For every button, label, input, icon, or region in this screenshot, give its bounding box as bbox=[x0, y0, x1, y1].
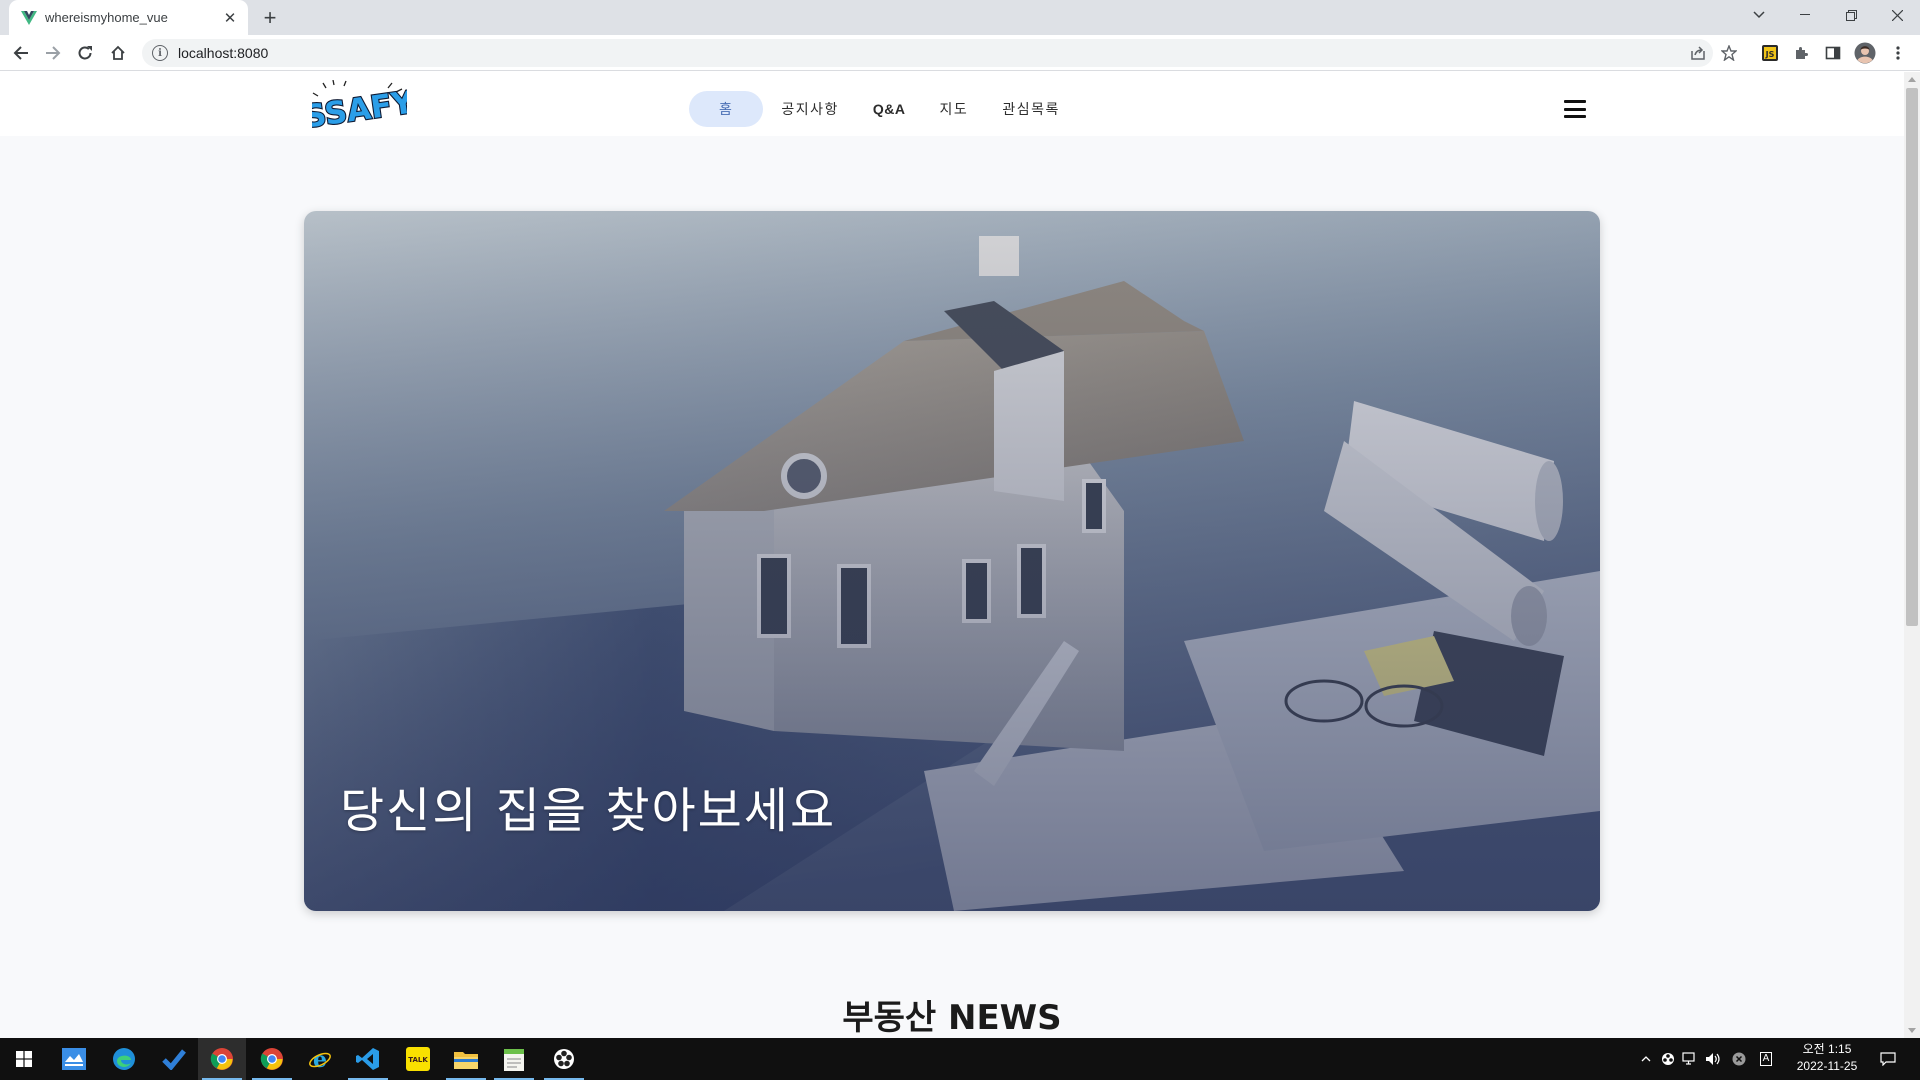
url-text: localhost:8080 bbox=[178, 45, 269, 61]
reload-button[interactable] bbox=[72, 40, 98, 66]
forward-button[interactable] bbox=[40, 40, 66, 66]
page-viewport: SSAFY 홈 공지사항 Q&A 지도 관심목록 당신의 집을 찾아보세요 부동… bbox=[0, 72, 1904, 1038]
tab-close-icon[interactable]: ✕ bbox=[222, 10, 238, 27]
taskbar-clock[interactable]: 오전 1:15 2022-11-25 bbox=[1782, 1041, 1872, 1075]
hero-caption: 당신의 집을 찾아보세요 bbox=[340, 783, 837, 839]
show-hidden-icons-icon[interactable] bbox=[1638, 1038, 1654, 1080]
scroll-down-arrow-icon[interactable] bbox=[1908, 1028, 1916, 1033]
chrome-menu-icon[interactable] bbox=[1887, 42, 1909, 64]
share-icon[interactable] bbox=[1687, 42, 1709, 64]
hamburger-menu-icon[interactable] bbox=[1564, 100, 1586, 118]
nav-notice[interactable]: 공지사항 bbox=[765, 91, 855, 127]
chrome-app-icon-2[interactable] bbox=[248, 1038, 296, 1080]
media-player-icon[interactable] bbox=[540, 1038, 588, 1080]
browser-tabstrip: whereismyhome_vue ✕ + bbox=[0, 0, 1920, 35]
clock-date: 2022-11-25 bbox=[1796, 1059, 1858, 1073]
outlook-icon[interactable] bbox=[50, 1038, 98, 1080]
extensions-puzzle-icon[interactable] bbox=[1790, 42, 1812, 64]
kakaotalk-icon[interactable]: TALK bbox=[394, 1038, 442, 1080]
site-header: SSAFY 홈 공지사항 Q&A 지도 관심목록 bbox=[0, 72, 1904, 137]
news-section-title: 부동산 NEWS bbox=[842, 998, 1062, 1038]
action-center-icon[interactable] bbox=[1876, 1038, 1900, 1080]
tab-title: whereismyhome_vue bbox=[45, 10, 168, 25]
nav-qna[interactable]: Q&A bbox=[857, 91, 922, 127]
nav-favorites[interactable]: 관심목록 bbox=[986, 91, 1076, 127]
scroll-up-arrow-icon[interactable] bbox=[1908, 77, 1916, 82]
home-button[interactable] bbox=[105, 40, 131, 66]
address-bar[interactable]: i localhost:8080 bbox=[142, 39, 1713, 67]
main-nav: 홈 공지사항 Q&A 지도 관심목록 bbox=[689, 91, 1076, 127]
edge-icon[interactable] bbox=[100, 1038, 148, 1080]
todo-check-icon[interactable] bbox=[150, 1038, 198, 1080]
chrome-app-icon[interactable] bbox=[198, 1038, 246, 1080]
close-window-button[interactable] bbox=[1874, 0, 1920, 30]
bookmark-star-icon[interactable] bbox=[1718, 42, 1740, 64]
notepad-icon[interactable] bbox=[490, 1038, 538, 1080]
svg-text:SSAFY: SSAFY bbox=[312, 84, 407, 132]
minimize-button[interactable] bbox=[1782, 0, 1828, 30]
file-explorer-icon[interactable] bbox=[442, 1038, 490, 1080]
network-icon[interactable] bbox=[1680, 1038, 1700, 1080]
hero-banner: 당신의 집을 찾아보세요 bbox=[304, 211, 1600, 911]
side-panel-icon[interactable] bbox=[1822, 42, 1844, 64]
back-button[interactable] bbox=[8, 40, 34, 66]
status-x-icon[interactable] bbox=[1729, 1038, 1749, 1080]
restore-button[interactable] bbox=[1828, 0, 1874, 30]
ime-indicator[interactable]: A bbox=[1756, 1038, 1776, 1080]
browser-tab[interactable]: whereismyhome_vue ✕ bbox=[9, 0, 248, 35]
page-scrollbar[interactable] bbox=[1904, 72, 1920, 1038]
windows-start-icon[interactable] bbox=[0, 1038, 48, 1080]
js-extension-icon[interactable]: JS bbox=[1759, 42, 1781, 64]
windows-taskbar: e TALK A 오전 1:15 2022-11-25 bbox=[0, 1038, 1920, 1080]
browser-toolbar: i localhost:8080 JS bbox=[0, 35, 1920, 71]
ssafy-logo[interactable]: SSAFY bbox=[300, 79, 418, 137]
tray-app-icon[interactable] bbox=[1658, 1038, 1678, 1080]
tab-search-icon[interactable] bbox=[1736, 0, 1782, 30]
svg-text:TALK: TALK bbox=[408, 1056, 428, 1064]
internet-explorer-icon[interactable]: e bbox=[296, 1038, 344, 1080]
vscode-icon[interactable] bbox=[344, 1038, 392, 1080]
svg-text:JS: JS bbox=[1765, 50, 1775, 59]
scroll-thumb[interactable] bbox=[1906, 88, 1918, 626]
site-info-icon[interactable]: i bbox=[152, 45, 168, 61]
new-tab-button[interactable]: + bbox=[258, 6, 282, 30]
svg-text:e: e bbox=[313, 1047, 327, 1071]
nav-home[interactable]: 홈 bbox=[689, 91, 764, 127]
profile-avatar[interactable] bbox=[1854, 42, 1876, 64]
volume-icon[interactable] bbox=[1703, 1038, 1723, 1080]
clock-time: 오전 1:15 bbox=[1802, 1042, 1852, 1056]
nav-map[interactable]: 지도 bbox=[924, 91, 985, 127]
vue-favicon-icon bbox=[21, 10, 37, 26]
